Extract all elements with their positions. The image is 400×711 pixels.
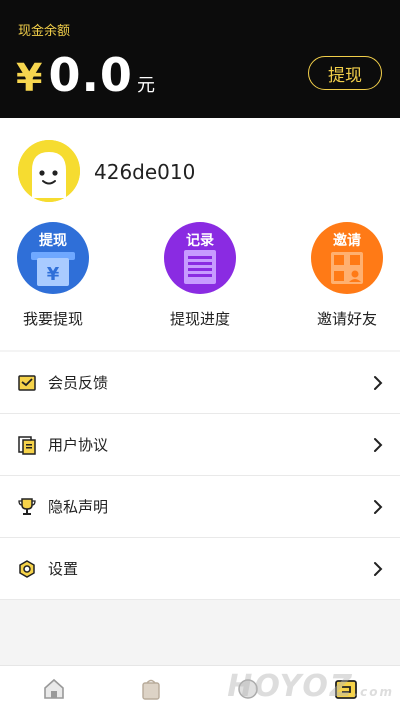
withdraw-button[interactable]: 提现	[308, 56, 382, 90]
home-icon[interactable]	[41, 676, 67, 702]
action-invite[interactable]: 邀请 邀请好友	[292, 222, 400, 329]
menu-item-label: 隐私声明	[48, 498, 109, 516]
chevron-right-icon	[374, 500, 383, 514]
balance-label: 现金余额	[18, 24, 71, 39]
menu-item-settings[interactable]: 设置	[0, 538, 400, 600]
watermark-text: HOYOZ	[227, 669, 354, 704]
balance-unit: 元	[136, 75, 155, 96]
username: 426de010	[94, 160, 196, 184]
chevron-right-icon	[374, 376, 383, 390]
svg-text:¥: ¥	[47, 264, 60, 285]
avatar[interactable]	[18, 140, 80, 202]
agreement-icon	[18, 436, 36, 455]
balance-amount-row: ¥ 0.0 元	[16, 48, 155, 102]
action-label: 我要提现	[22, 310, 83, 328]
watermark-suffix: .com	[353, 685, 394, 699]
menu-item-privacy[interactable]: 隐私声明	[0, 476, 400, 538]
records-icon: 记录	[164, 222, 236, 294]
currency-symbol: ¥	[16, 56, 43, 100]
menu-item-agreement[interactable]: 用户协议	[0, 414, 400, 476]
action-records[interactable]: 记录 提现进度	[145, 222, 255, 329]
withdraw-icon: 提现 ¥	[17, 222, 89, 294]
menu-item-feedback[interactable]: 会员反馈	[0, 352, 400, 414]
settings-menu: 会员反馈 用户协议 隐私声明 设置	[0, 352, 400, 600]
chevron-right-icon	[374, 438, 383, 452]
action-label: 提现进度	[169, 310, 230, 328]
invite-qr-icon: 邀请	[311, 222, 383, 294]
feedback-icon	[18, 375, 36, 391]
menu-item-label: 设置	[48, 560, 79, 578]
watermark-logo: HOYOZ.com	[227, 669, 394, 704]
ghost-face-icon	[18, 140, 80, 202]
menu-item-label: 会员反馈	[48, 374, 109, 392]
bag-icon[interactable]	[138, 676, 164, 702]
chevron-right-icon	[374, 562, 383, 576]
profile-card: 426de010 提现 ¥ 我要提现 记录 提现进度 邀请 邀请好友	[0, 118, 400, 350]
action-withdraw[interactable]: 提现 ¥ 我要提现	[0, 222, 108, 329]
settings-icon	[19, 560, 35, 578]
menu-item-label: 用户协议	[48, 436, 109, 454]
balance-header: 现金余额 ¥ 0.0 元 提现	[0, 0, 400, 118]
balance-amount: 0.0	[48, 48, 133, 102]
trophy-icon	[18, 498, 36, 515]
action-label: 邀请好友	[316, 310, 377, 328]
